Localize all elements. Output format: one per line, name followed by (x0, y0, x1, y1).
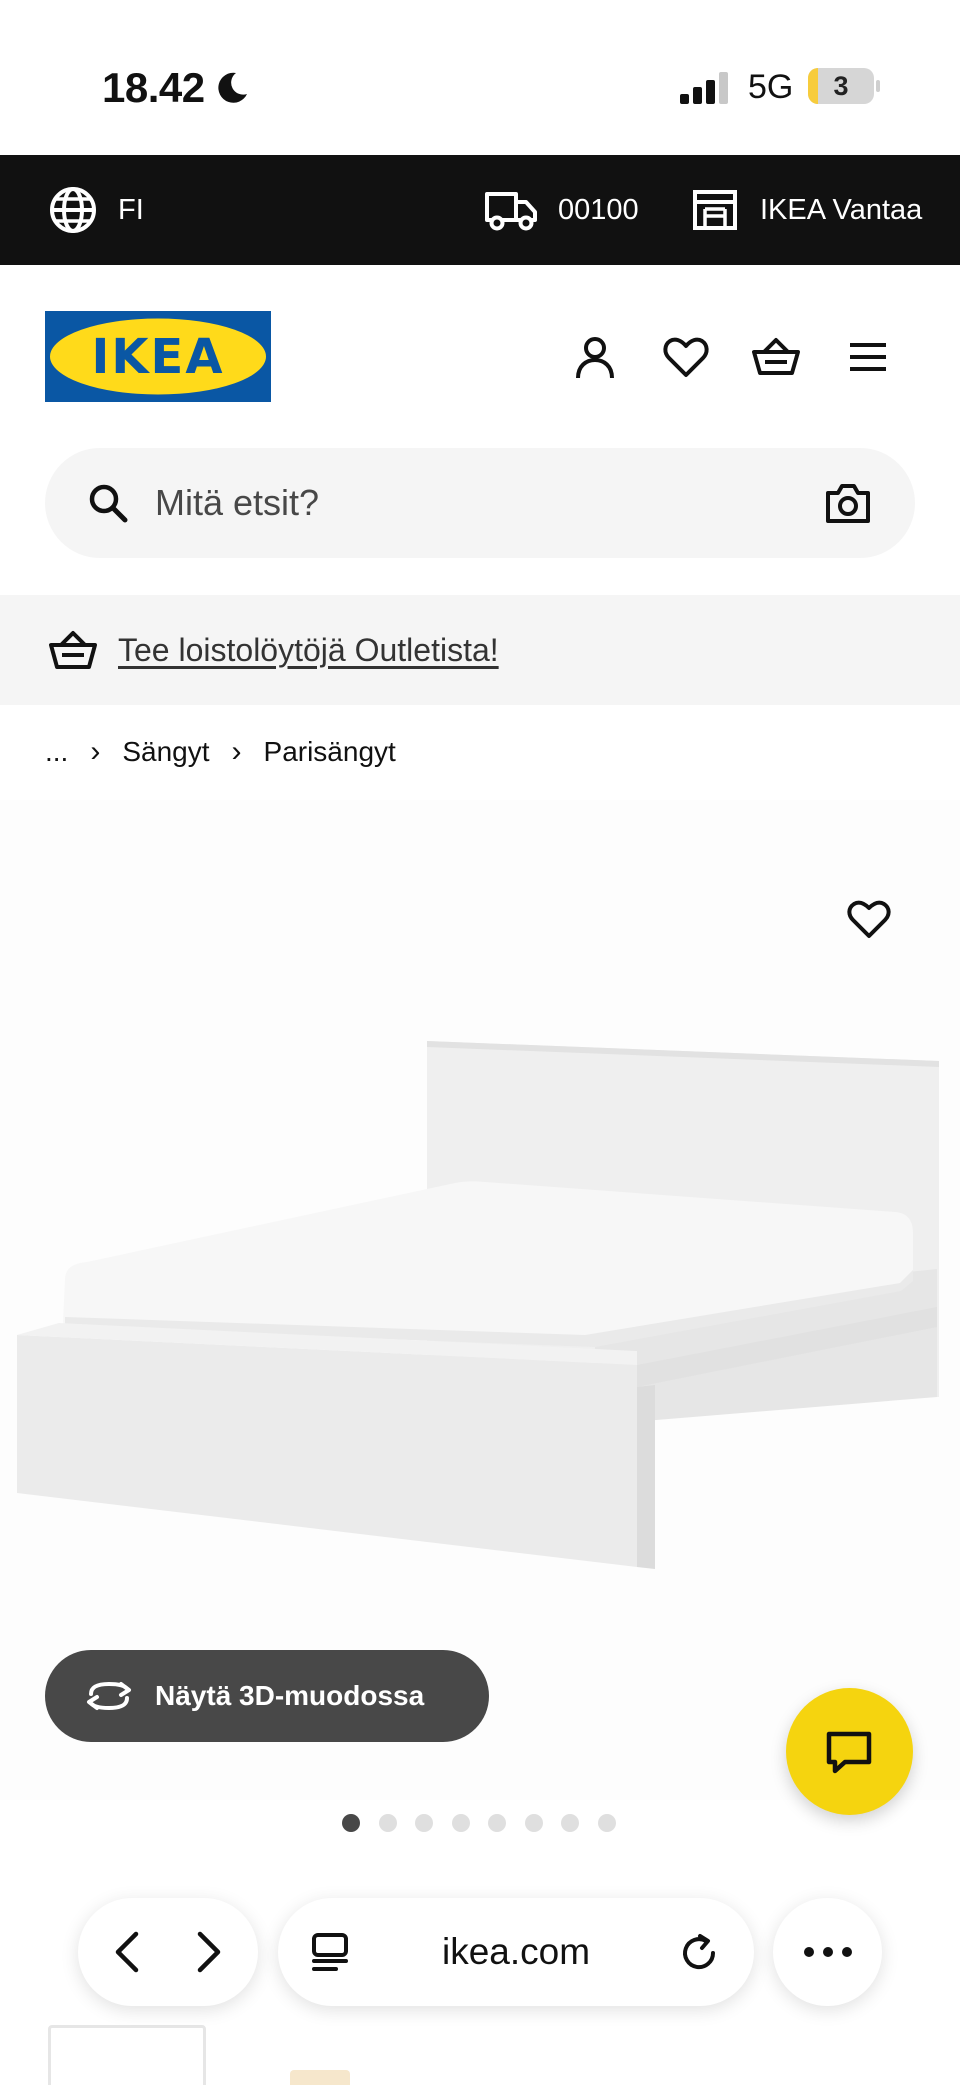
search-input[interactable]: Mitä etsit? (155, 448, 319, 558)
pagination-dot[interactable] (342, 1814, 360, 1832)
reload-icon[interactable] (678, 1932, 720, 1974)
postal-code-label: 00100 (558, 193, 639, 226)
browser-nav-group (78, 1898, 258, 2006)
heart-icon[interactable] (662, 333, 710, 381)
status-bar: 18.42 5G 3 (0, 0, 960, 155)
variant-thumbnail[interactable] (48, 2025, 206, 2085)
rotate-3d-icon (87, 1681, 131, 1711)
more-menu-button[interactable] (773, 1898, 882, 2006)
menu-icon[interactable] (844, 333, 892, 381)
pagination-dot[interactable] (524, 1814, 543, 1832)
forward-arrow-icon[interactable] (188, 1930, 228, 1974)
pagination-dot[interactable] (415, 1814, 433, 1832)
ikea-logo[interactable]: IKEA (45, 311, 271, 402)
pagination-dot[interactable] (561, 1814, 579, 1832)
view-3d-button[interactable]: Näytä 3D-muodossa (45, 1650, 489, 1742)
language-selector[interactable]: FI (48, 155, 144, 265)
basket-icon (49, 631, 97, 669)
utility-bar: FI 00100 IKEA Vantaa (0, 155, 960, 265)
truck-icon (485, 192, 537, 231)
battery-indicator: 3 (808, 68, 880, 104)
address-bar[interactable]: ikea.com (278, 1898, 754, 2006)
language-label: FI (118, 193, 144, 226)
image-pagination (342, 1814, 634, 1832)
browser-toolbar: ikea.com (0, 1898, 960, 2013)
pagination-dot[interactable] (597, 1814, 616, 1832)
chevron-right-icon: › (90, 735, 101, 768)
breadcrumb-ellipsis[interactable]: ... (45, 736, 68, 768)
chevron-right-icon: › (231, 735, 242, 768)
status-time: 18.42 (102, 64, 205, 111)
search-bar[interactable]: Mitä etsit? (45, 448, 915, 558)
breadcrumb: ... › Sängyt › Parisängyt (45, 730, 396, 774)
favourite-heart-icon[interactable] (846, 896, 892, 942)
variant-swatch (290, 2070, 350, 2085)
chat-button[interactable] (786, 1688, 913, 1815)
battery-level: 3 (833, 71, 849, 101)
site-header: IKEA (0, 265, 960, 440)
outlet-link[interactable]: Tee loistolöytöjä Outletista! (118, 595, 499, 705)
user-icon[interactable] (571, 333, 619, 381)
camera-icon[interactable] (825, 481, 871, 525)
bed-product-image (17, 1041, 939, 1569)
delivery-postal-code[interactable]: 00100 (484, 155, 639, 265)
pagination-dot[interactable] (488, 1814, 506, 1832)
more-dots-icon (804, 1947, 852, 1957)
network-type: 5G (748, 68, 794, 106)
view-3d-label: Näytä 3D-muodossa (155, 1680, 425, 1711)
pagination-dot[interactable] (378, 1814, 397, 1832)
moon-icon (218, 72, 247, 103)
breadcrumb-item-sangyt[interactable]: Sängyt (122, 736, 209, 768)
back-arrow-icon[interactable] (108, 1930, 148, 1974)
globe-icon (50, 187, 96, 233)
store-selector[interactable]: IKEA Vantaa (692, 155, 922, 265)
store-label: IKEA Vantaa (760, 193, 923, 226)
basket-icon[interactable] (752, 333, 800, 381)
store-icon (693, 190, 737, 230)
signal-icon (680, 72, 728, 104)
search-icon (89, 484, 128, 523)
svg-text:IKEA: IKEA (92, 329, 225, 385)
chat-bubble-icon (826, 1731, 872, 1774)
promo-banner: Tee loistolöytöjä Outletista! (0, 595, 960, 705)
breadcrumb-item-parisangyt[interactable]: Parisängyt (264, 736, 396, 768)
pagination-dot[interactable] (451, 1814, 470, 1832)
